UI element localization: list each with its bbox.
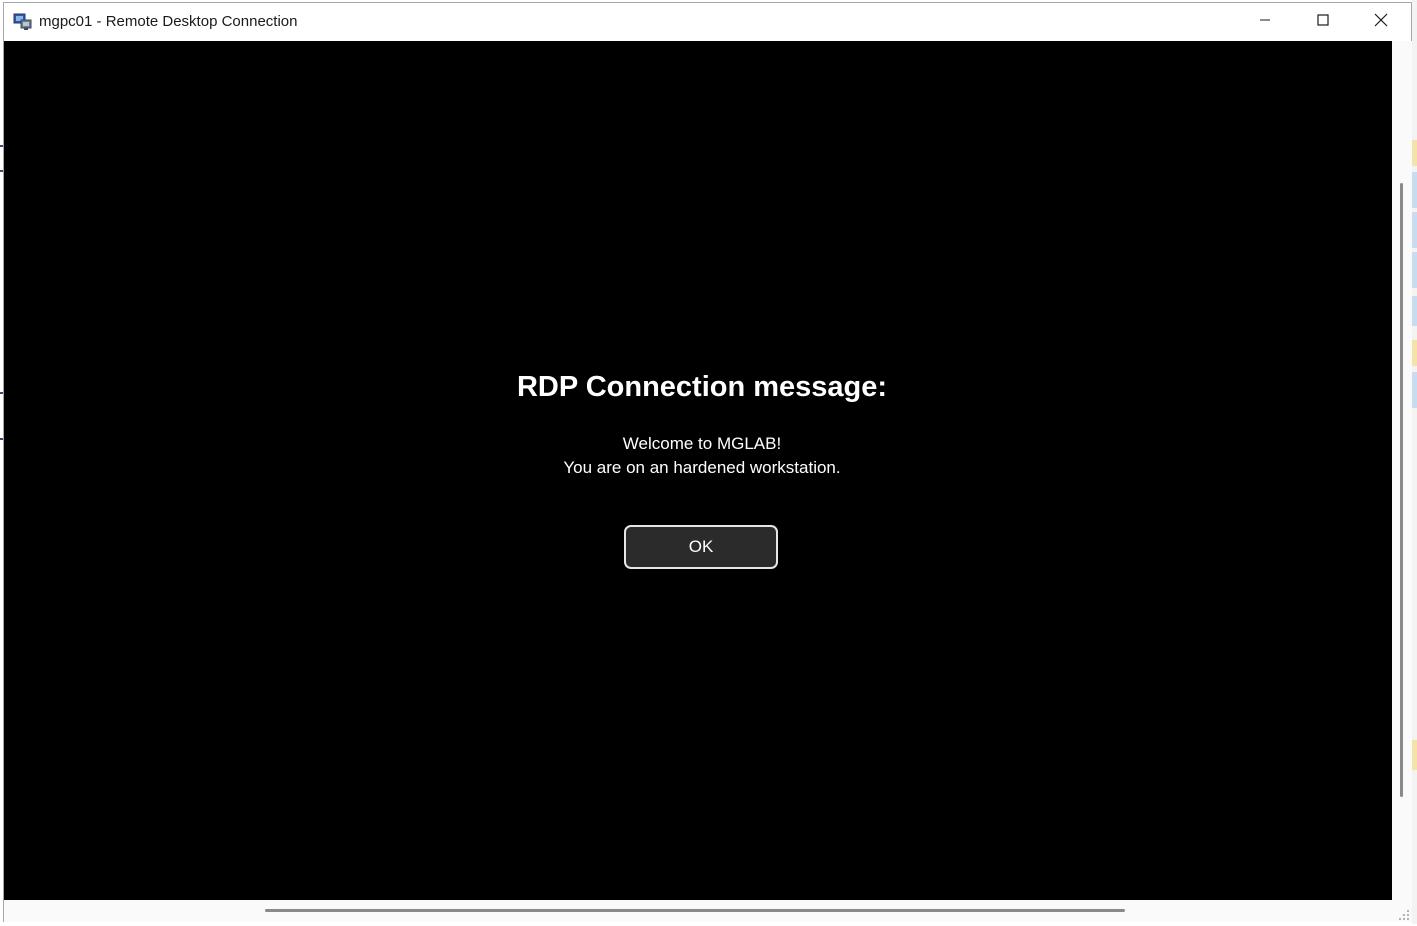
close-button[interactable] [1352,3,1410,41]
minimize-button[interactable] [1236,3,1294,41]
maximize-icon [1317,13,1329,31]
remote-session-display[interactable]: RDP Connection message: Welcome to MGLAB… [4,41,1392,900]
window-title: mgpc01 - Remote Desktop Connection [39,13,298,30]
background-window-edge-right [1412,0,1417,924]
message-line-hardened: You are on an hardened workstation. [563,458,841,477]
minimize-icon [1259,13,1271,31]
vertical-scrollbar-thumb[interactable] [1400,183,1403,797]
vertical-scrollbar[interactable] [1392,41,1412,900]
horizontal-scrollbar[interactable] [4,900,1412,922]
remote-desktop-icon[interactable] [13,12,33,32]
horizontal-scrollbar-thumb[interactable] [265,909,1125,912]
close-icon [1374,13,1388,32]
remote-desktop-window: mgpc01 - Remote Desktop Connection RDP C… [3,2,1412,922]
message-title: RDP Connection message: [516,371,888,403]
maximize-button[interactable] [1294,3,1352,41]
ok-button[interactable]: OK [624,525,778,569]
resize-grip-icon[interactable] [1398,908,1410,920]
message-line-welcome: Welcome to MGLAB! [622,434,782,453]
title-bar[interactable]: mgpc01 - Remote Desktop Connection [4,3,1411,41]
